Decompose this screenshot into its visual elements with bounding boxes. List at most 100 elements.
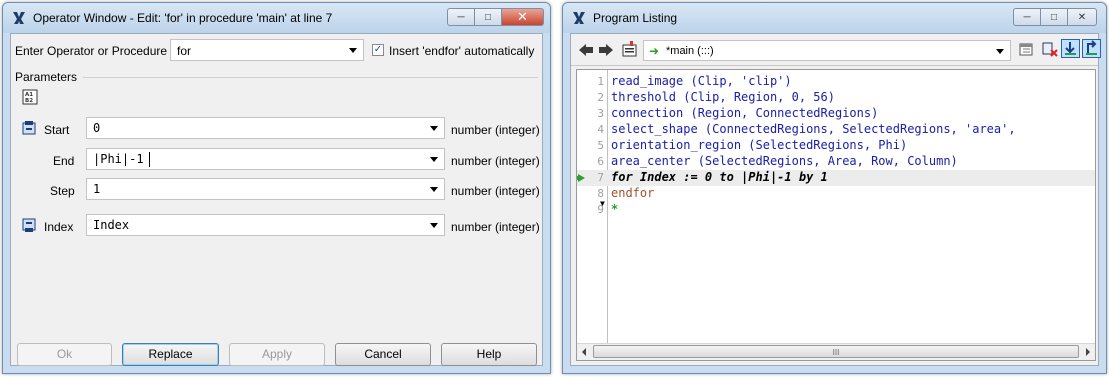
- chevron-down-icon: [430, 126, 438, 131]
- param-index-combobox[interactable]: Index: [86, 214, 445, 236]
- scrollbar-grip: III: [832, 348, 840, 357]
- param-start-label: Start: [44, 123, 70, 137]
- param-start-value: 0: [93, 121, 101, 135]
- forward-arrow-icon[interactable]: [598, 43, 614, 57]
- chevron-down-icon: [430, 187, 438, 192]
- minimize-button[interactable]: ─: [1013, 8, 1040, 26]
- code-text: threshold (Clip, Region, 0, 56): [611, 90, 835, 104]
- ok-button[interactable]: Ok: [17, 343, 112, 366]
- code-line[interactable]: 8 endfor: [577, 186, 1095, 202]
- param-step-combobox[interactable]: 1: [86, 178, 445, 200]
- line-number: 2: [597, 91, 604, 104]
- program-listing-controls: ─ □ ✕: [1013, 8, 1097, 27]
- line-number: 9: [597, 203, 604, 216]
- close-button[interactable]: ✕: [1067, 8, 1097, 26]
- program-listing-body: ➜ *main (:::) 1 read_image (Clip, 'clip'…: [570, 33, 1101, 366]
- minimize-icon: ─: [1023, 11, 1031, 23]
- code-editor[interactable]: 1 read_image (Clip, 'clip') 2 threshold …: [576, 69, 1096, 361]
- maximize-icon: □: [1050, 11, 1058, 23]
- edit-clear-icon[interactable]: [1041, 40, 1059, 58]
- operator-window-title: Operator Window - Edit: 'for' in procedu…: [33, 11, 333, 25]
- code-text: endfor: [611, 186, 655, 200]
- insert-endfor-label: Insert 'endfor' automatically: [389, 44, 535, 58]
- procedure-value: *main (:::): [666, 45, 714, 57]
- close-icon: ✕: [1077, 11, 1087, 23]
- input-parameter-icon: [22, 121, 36, 135]
- chevron-down-icon: [349, 48, 357, 53]
- halcon-logo-icon: [13, 12, 25, 24]
- param-index-value: Index: [93, 218, 130, 232]
- code-line[interactable]: 3 connection (Region, ConnectedRegions): [577, 106, 1095, 122]
- operator-window-body: Enter Operator or Procedure for ✓ Insert…: [10, 33, 543, 366]
- param-end-combobox[interactable]: |Phi|-1: [86, 148, 445, 170]
- output-parameter-icon: [22, 218, 36, 232]
- step-out-icon[interactable]: [1082, 39, 1101, 58]
- code-line[interactable]: ▼ 9 *: [577, 199, 1095, 218]
- close-button[interactable]: ✕: [501, 8, 544, 26]
- param-end-label: End: [53, 154, 75, 168]
- help-button[interactable]: Help: [441, 343, 537, 366]
- scroll-right-icon[interactable]: [1086, 348, 1090, 356]
- parameters-label: Parameters: [15, 70, 78, 84]
- line-number: 1: [597, 75, 604, 88]
- back-arrow-icon[interactable]: [578, 43, 594, 57]
- code-line[interactable]: 6 area_center (SelectedRegions, Area, Ro…: [577, 154, 1095, 170]
- step-into-icon[interactable]: [1061, 39, 1080, 58]
- check-icon: ✓: [373, 44, 383, 55]
- procedure-combobox[interactable]: ➜ *main (:::): [643, 40, 1011, 61]
- code-text: connection (Region, ConnectedRegions): [611, 106, 879, 120]
- code-text: *: [611, 202, 619, 216]
- param-end-value: |Phi|-1: [93, 152, 144, 166]
- close-icon: ✕: [517, 9, 528, 24]
- param-step-label: Step: [50, 184, 75, 198]
- minimize-button[interactable]: ─: [447, 8, 474, 26]
- replace-button[interactable]: Replace: [122, 343, 219, 366]
- line-number: 4: [597, 123, 604, 136]
- code-line[interactable]: 5 orientation_region (SelectedRegions, P…: [577, 138, 1095, 154]
- maximize-icon: □: [484, 11, 492, 23]
- chevron-down-icon: [430, 157, 438, 162]
- horizontal-scrollbar[interactable]: III: [577, 343, 1095, 360]
- code-text: for Index := 0 to |Phi|-1 by 1: [611, 170, 828, 184]
- calendar-icon[interactable]: [1018, 41, 1034, 57]
- operator-label: Enter Operator or Procedure: [15, 44, 168, 58]
- operator-window-titlebar[interactable]: Operator Window - Edit: 'for' in procedu…: [3, 3, 550, 33]
- text-cursor: [149, 152, 150, 167]
- program-listing-titlebar[interactable]: Program Listing ─ □ ✕: [563, 3, 1106, 33]
- operator-window-controls: ─ □ ✕: [447, 8, 544, 27]
- param-step-value: 1: [93, 182, 101, 196]
- svg-text:B2: B2: [25, 98, 33, 104]
- line-number: 7: [597, 171, 604, 184]
- maximize-button[interactable]: □: [474, 8, 501, 26]
- line-number: 6: [597, 155, 604, 168]
- param-start-combobox[interactable]: 0: [86, 117, 445, 139]
- green-arrow-icon: ➜: [649, 44, 660, 58]
- code-text: orientation_region (SelectedRegions, Phi…: [611, 138, 908, 152]
- scrollbar-thumb[interactable]: III: [593, 345, 1079, 358]
- line-number: 5: [597, 139, 604, 152]
- scroll-left-icon[interactable]: [582, 348, 586, 356]
- code-line[interactable]: 4 select_shape (ConnectedRegions, Select…: [577, 122, 1095, 138]
- line-number: 3: [597, 107, 604, 120]
- maximize-button[interactable]: □: [1040, 8, 1067, 26]
- code-line[interactable]: 2 threshold (Clip, Region, 0, 56): [577, 90, 1095, 106]
- param-end-type: number (integer): [451, 154, 540, 168]
- toolbar-divider: [571, 65, 1098, 66]
- operator-info-icon[interactable]: A1 B2: [22, 89, 38, 105]
- insert-endfor-checkbox[interactable]: ✓: [372, 44, 384, 56]
- program-listing-window: Program Listing ─ □ ✕ ➜ *main (:::) 1 re…: [562, 2, 1107, 374]
- chevron-down-icon: [430, 223, 438, 228]
- procedure-list-icon[interactable]: [621, 40, 639, 58]
- halcon-logo-icon: [573, 12, 585, 24]
- param-index-type: number (integer): [451, 220, 540, 234]
- param-index-label: Index: [44, 220, 74, 234]
- code-line-current[interactable]: 7 for Index := 0 to |Phi|-1 by 1: [577, 170, 1095, 186]
- cancel-button[interactable]: Cancel: [335, 343, 431, 366]
- parameters-divider: [83, 77, 538, 78]
- code-text: read_image (Clip, 'clip'): [611, 74, 792, 88]
- code-text: select_shape (ConnectedRegions, Selected…: [611, 122, 1016, 136]
- code-text: area_center (SelectedRegions, Area, Row,…: [611, 154, 958, 168]
- apply-button[interactable]: Apply: [229, 343, 325, 366]
- code-line[interactable]: 1 read_image (Clip, 'clip'): [577, 74, 1095, 90]
- operator-combobox[interactable]: for: [170, 39, 364, 61]
